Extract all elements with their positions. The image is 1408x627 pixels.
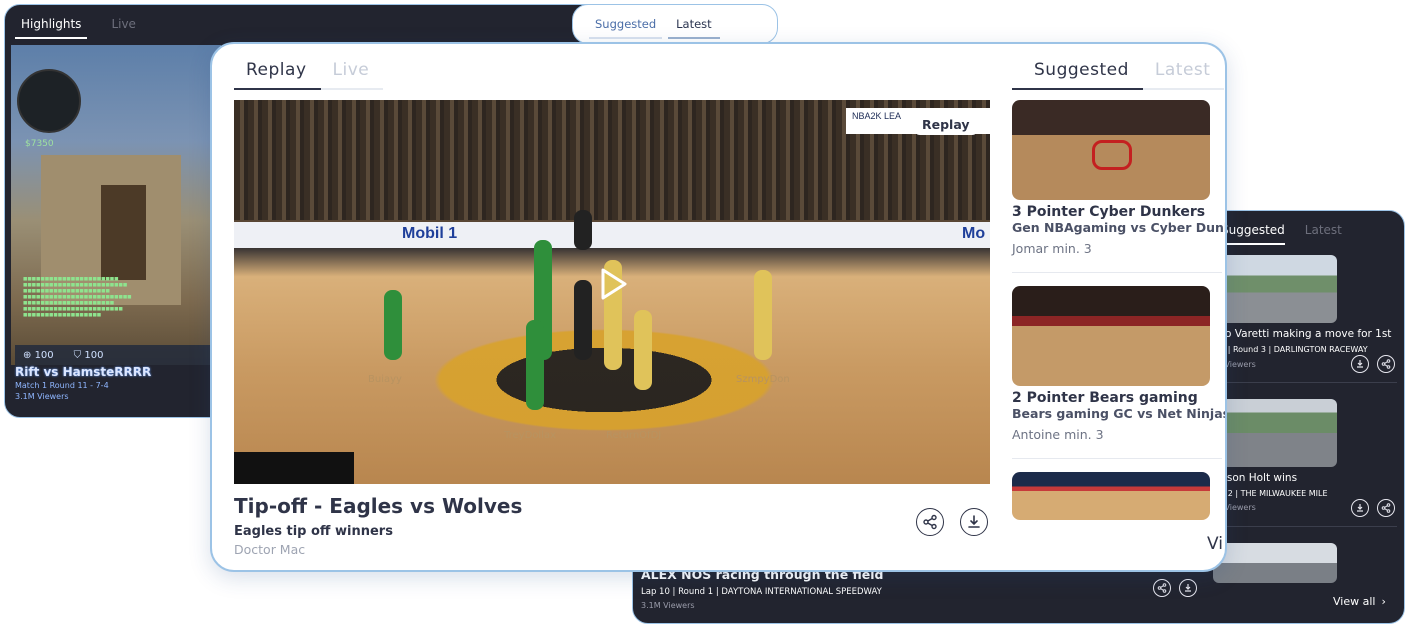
download-icon: [1357, 504, 1363, 512]
player-name: SzmpyDon: [736, 374, 790, 385]
video-title: Tip-off - Eagles vs Wolves: [234, 494, 523, 518]
armor-value: ⛉ 100: [73, 349, 104, 361]
share-icon: [1157, 583, 1167, 593]
suggested-title: 3 Pointer Cyber Dunkers: [1012, 204, 1206, 220]
race-actions: [1351, 355, 1395, 373]
tab-suggested[interactable]: Suggested: [589, 17, 663, 39]
suggested-item[interactable]: [1012, 472, 1222, 520]
tab-latest[interactable]: Latest: [1305, 223, 1342, 245]
race-thumbnail[interactable]: [1213, 255, 1337, 323]
download-button[interactable]: [960, 508, 988, 536]
race-subtitle: nd 2 | THE MILWAUKEE MILE: [1215, 489, 1328, 498]
download-icon: [1357, 360, 1363, 368]
game-screenshot[interactable]: $7350 ■■■■■■■■■■■■■■■■■■■■■■ ■■■■■■■■■■■■…: [11, 45, 221, 365]
highlight-title[interactable]: Rift vs HamsteRRRR: [15, 365, 151, 379]
download-icon: [968, 515, 980, 528]
race-subtitle: 13 | Round 3 | DARLINGTON RACEWAY: [1215, 345, 1368, 354]
suggested-item[interactable]: 3 Pointer Cyber Dunkers Gen NBAgaming vs…: [1012, 100, 1227, 256]
player-name: ReturnOfDJ: [606, 430, 662, 441]
divider: [1213, 382, 1397, 383]
player: [384, 290, 402, 360]
player: [634, 310, 652, 390]
race-thumbnail[interactable]: [1213, 543, 1337, 583]
video-subtitle: Eagles tip off winners: [234, 524, 393, 539]
view-all-label: View all: [1333, 595, 1376, 608]
race-title[interactable]: ckson Holt wins: [1215, 472, 1297, 484]
share-icon: [1381, 359, 1391, 369]
divider: [1012, 458, 1222, 459]
chat-log: ■■■■■■■■■■■■■■■■■■■■■■ ■■■■■■■■■■■■■■■■■■…: [23, 277, 132, 318]
suggested-subtitle: Gen NBAgaming vs Cyber Dunke: [1012, 220, 1227, 235]
suggested-tabs-card: Suggested Latest: [572, 4, 778, 44]
health-value: ⊕ 100: [23, 349, 54, 361]
health-hud: ⊕ 100 ⛉ 100: [15, 345, 219, 365]
minimap: [17, 69, 81, 133]
suggested-thumbnail[interactable]: [1012, 100, 1210, 200]
download-button[interactable]: [1179, 579, 1197, 597]
player-name: TreyDollax: [504, 430, 557, 441]
replay-badge: Replay: [914, 114, 978, 135]
player: [526, 320, 544, 410]
download-button[interactable]: [1351, 499, 1369, 517]
suggested-title: 2 Pointer Bears gaming: [1012, 390, 1198, 406]
view-all-link[interactable]: View all ›: [1333, 595, 1386, 608]
tab-live[interactable]: Live: [320, 60, 384, 90]
share-button[interactable]: [916, 508, 944, 536]
highlight-viewers: 3.1M Viewers: [15, 392, 69, 401]
main-race-viewers: 3.1M Viewers: [641, 601, 695, 610]
suggested-tabs: Suggested Latest: [1012, 60, 1225, 90]
divider: [1012, 272, 1222, 273]
tab-replay[interactable]: Replay: [234, 60, 321, 90]
tab-latest[interactable]: Latest: [1142, 60, 1225, 90]
suggested-author: Jomar min. 3: [1012, 241, 1092, 256]
video-author: Doctor Mac: [234, 542, 306, 557]
play-icon[interactable]: [592, 264, 632, 304]
racing-tabs: Suggested Latest: [1219, 223, 1342, 245]
share-icon: [923, 514, 937, 530]
sponsor-board: [234, 222, 990, 248]
suggested-thumbnail[interactable]: [1012, 472, 1210, 520]
sponsor-logo: Mo: [962, 225, 986, 242]
referee: [574, 280, 592, 360]
share-button[interactable]: [1377, 499, 1395, 517]
race-title[interactable]: rko Varetti making a move for 1st: [1215, 328, 1391, 340]
player: [754, 270, 772, 360]
highlight-subtitle: Match 1 Round 11 - 7-4: [15, 381, 109, 390]
chevron-right-icon: ›: [1381, 595, 1386, 608]
video-player[interactable]: Mobil 1 Mo Buiayy SzmpyDon TreyDollax Re…: [234, 100, 990, 484]
share-button[interactable]: [1153, 579, 1171, 597]
replay-tabs: Replay Live: [234, 60, 384, 90]
tab-live[interactable]: Live: [105, 17, 142, 39]
suggested-thumbnail[interactable]: [1012, 286, 1210, 386]
tab-suggested[interactable]: Suggested: [1219, 223, 1285, 245]
court-corner: [234, 452, 354, 484]
view-all-link[interactable]: Vi: [1207, 534, 1223, 554]
money-readout: $7350: [25, 139, 54, 149]
suggested-author: Antoine min. 3: [1012, 427, 1104, 442]
download-button[interactable]: [1351, 355, 1369, 373]
share-button[interactable]: [1377, 355, 1395, 373]
tab-suggested[interactable]: Suggested: [1012, 60, 1143, 90]
share-icon: [1381, 503, 1391, 513]
tab-latest[interactable]: Latest: [668, 17, 720, 39]
main-race-actions: [1153, 579, 1197, 597]
divider: [1213, 526, 1397, 527]
main-race-subtitle: Lap 10 | Round 1 | DAYTONA INTERNATIONAL…: [641, 587, 882, 597]
suggested-subtitle: Bears gaming GC vs Net Ninjas: [1012, 406, 1227, 421]
court-marking: [1092, 140, 1132, 170]
race-actions: [1351, 499, 1395, 517]
door: [101, 185, 146, 280]
download-icon: [1185, 584, 1191, 592]
player-name: Buiayy: [368, 374, 402, 385]
sponsor-logo: Mobil 1: [402, 225, 458, 242]
tab-highlights[interactable]: Highlights: [15, 17, 88, 39]
race-thumbnail[interactable]: [1213, 399, 1337, 467]
referee: [574, 210, 592, 250]
highlight-meta: Rift vs HamsteRRRR Match 1 Round 11 - 7-…: [15, 365, 151, 401]
highlights-tabs: Highlights Live: [15, 17, 142, 39]
suggested-item[interactable]: 2 Pointer Bears gaming Bears gaming GC v…: [1012, 286, 1227, 442]
replay-card: Replay Live Suggested Latest Mobil 1 Mo …: [210, 42, 1227, 572]
